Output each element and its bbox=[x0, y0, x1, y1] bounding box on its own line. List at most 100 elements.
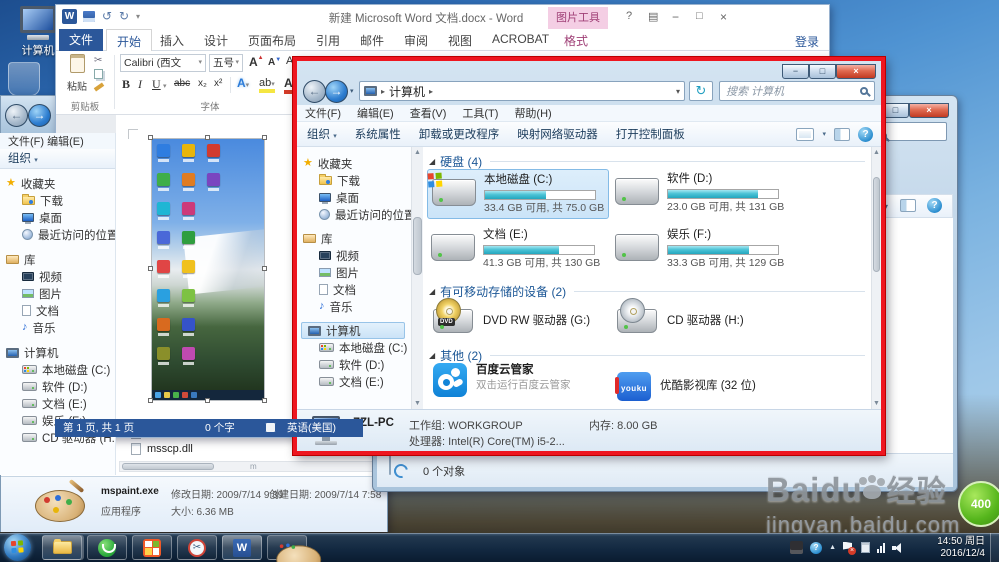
taskbar-browser-button[interactable] bbox=[87, 535, 127, 560]
scroll-up-icon[interactable]: ▲ bbox=[872, 147, 881, 158]
nav-desktop[interactable]: 桌面 bbox=[0, 209, 115, 226]
close-icon[interactable]: × bbox=[720, 10, 727, 24]
help-icon[interactable]: ? bbox=[927, 198, 942, 213]
taskbar-snipping-button[interactable]: ✂ bbox=[177, 535, 217, 560]
tab-format[interactable]: 格式 bbox=[554, 29, 598, 53]
breadcrumb[interactable]: 计算机 bbox=[389, 83, 425, 100]
qat-dropdown-icon[interactable]: ▾ bbox=[136, 12, 140, 21]
maximize-button[interactable]: □ bbox=[809, 64, 836, 79]
forward-button[interactable]: → bbox=[28, 104, 51, 127]
tab-mailings[interactable]: 邮件 bbox=[350, 29, 394, 53]
device-tile-cd[interactable]: CD 驱动器 (H:) bbox=[611, 301, 793, 341]
recycle-bin-desktop-icon[interactable] bbox=[8, 62, 40, 96]
font-name-combobox[interactable]: Calibri (西文 ▾ bbox=[120, 54, 206, 72]
change-view-icon[interactable] bbox=[796, 128, 814, 141]
tab-acrobat[interactable]: ACROBAT bbox=[482, 29, 559, 50]
scroll-down-icon[interactable]: ▼ bbox=[872, 398, 881, 409]
close-button[interactable]: × bbox=[909, 103, 949, 118]
history-dropdown-icon[interactable]: ▾ bbox=[350, 87, 354, 95]
volume-icon[interactable] bbox=[892, 543, 903, 553]
word-titlebar[interactable]: W ↺ ↻ ▾ 新建 Microsoft Word 文档.docx - Word… bbox=[56, 5, 829, 29]
section-header-other[interactable]: ◢其他 (2) bbox=[429, 347, 865, 364]
app-tile-youku[interactable]: youku 优酷影视库 (32 位) bbox=[611, 363, 801, 409]
organize-button[interactable]: 组织 ▾ bbox=[307, 126, 337, 142]
nav-libraries[interactable]: 库 bbox=[297, 230, 411, 247]
menu-edit[interactable]: 编辑(E) bbox=[357, 105, 394, 121]
proofing-icon[interactable] bbox=[265, 423, 276, 432]
scroll-up-icon[interactable]: ▲ bbox=[412, 147, 423, 158]
selection-handle[interactable] bbox=[148, 266, 153, 271]
nav-recent-places[interactable]: 最近访问的位置 bbox=[0, 226, 115, 243]
device-tile-dvd[interactable]: DVD DVD RW 驱动器 (G:) bbox=[427, 301, 609, 341]
nav-downloads[interactable]: 下载 bbox=[0, 192, 115, 209]
drive-tile-d[interactable]: 软件 (D:) 23.0 GB 可用, 共 131 GB bbox=[611, 169, 793, 219]
drive-tile-f[interactable]: 娱乐 (F:) 33.3 GB 可用, 共 129 GB bbox=[611, 225, 793, 275]
search-box[interactable] bbox=[883, 122, 947, 141]
nav-favorites[interactable]: ★收藏夹 bbox=[297, 155, 411, 172]
italic-button[interactable]: I bbox=[138, 77, 142, 92]
address-bar[interactable]: ▸ 计算机 ▸ ▾ bbox=[359, 81, 685, 101]
copy-icon[interactable] bbox=[94, 69, 103, 79]
titlebar[interactable]: −□× bbox=[297, 61, 881, 79]
section-header-harddisks[interactable]: ◢硬盘 (4) bbox=[429, 153, 865, 170]
tab-references[interactable]: 引用 bbox=[306, 29, 350, 53]
shrink-font-button[interactable]: A▼ bbox=[268, 57, 281, 68]
system-properties-button[interactable]: 系统属性 bbox=[355, 126, 401, 142]
tray-app-icon[interactable] bbox=[861, 542, 870, 553]
nav-documents[interactable]: 文档 bbox=[0, 302, 115, 319]
nav-computer-selected[interactable]: 计算机 bbox=[301, 322, 405, 339]
strikethrough-button[interactable]: abc bbox=[174, 78, 190, 89]
open-control-panel-button[interactable]: 打开控制面板 bbox=[616, 126, 685, 142]
tab-view[interactable]: 视图 bbox=[438, 29, 482, 53]
nav-libraries[interactable]: 库 bbox=[0, 251, 115, 268]
superscript-button[interactable]: x² bbox=[214, 78, 222, 89]
nav-drive-d[interactable]: 软件 (D:) bbox=[0, 378, 115, 395]
tab-insert[interactable]: 插入 bbox=[150, 29, 194, 53]
drive-tile-e[interactable]: 文档 (E:) 41.3 GB 可用, 共 130 GB bbox=[427, 225, 609, 275]
nav-desktop[interactable]: 桌面 bbox=[297, 189, 411, 206]
close-button[interactable]: × bbox=[836, 64, 876, 79]
tab-layout[interactable]: 页面布局 bbox=[238, 29, 306, 53]
selection-handle[interactable] bbox=[262, 135, 267, 140]
start-button[interactable] bbox=[4, 534, 31, 561]
chevron-down-icon[interactable]: ▾ bbox=[163, 82, 167, 90]
show-hidden-icons[interactable]: ▲ bbox=[829, 544, 836, 551]
maximize-button[interactable]: □ bbox=[882, 103, 909, 118]
font-size-combobox[interactable]: 五号▾ bbox=[209, 54, 243, 72]
language-indicator[interactable]: 英语(美国) bbox=[287, 419, 336, 437]
network-icon[interactable] bbox=[877, 542, 885, 553]
paste-button[interactable]: 粘贴 bbox=[64, 54, 90, 94]
selection-handle[interactable] bbox=[205, 398, 210, 403]
nav-drive-d[interactable]: 软件 (D:) bbox=[297, 356, 411, 373]
refresh-button[interactable]: ↻ bbox=[689, 81, 713, 101]
nav-drive-c[interactable]: 本地磁盘 (C:) bbox=[297, 339, 411, 356]
tab-review[interactable]: 审阅 bbox=[394, 29, 438, 53]
section-header-removable[interactable]: ◢有可移动存储的设备 (2) bbox=[429, 283, 865, 300]
scrollbar-thumb[interactable] bbox=[873, 177, 880, 272]
menu-bar[interactable]: 文件(F) 编辑(E) bbox=[0, 133, 115, 149]
clock[interactable]: 14:50 周日 2016/12/4 bbox=[937, 536, 985, 560]
minimize-icon[interactable]: − bbox=[672, 10, 679, 24]
maximize-icon[interactable]: □ bbox=[696, 10, 703, 22]
nav-favorites[interactable]: ★收藏夹 bbox=[0, 175, 115, 192]
page-indicator[interactable]: 第 1 页, 共 1 页 bbox=[63, 419, 134, 437]
grow-font-button[interactable]: A▲ bbox=[249, 55, 264, 69]
taskbar-notes-button[interactable] bbox=[132, 535, 172, 560]
taskbar-word-button[interactable]: W bbox=[222, 535, 262, 560]
underline-button[interactable]: U bbox=[152, 77, 161, 92]
selection-handle[interactable] bbox=[148, 135, 153, 140]
help-icon[interactable]: ? bbox=[626, 10, 632, 22]
tab-design[interactable]: 设计 bbox=[194, 29, 238, 53]
taskbar-paint-button[interactable] bbox=[267, 535, 307, 560]
scroll-down-icon[interactable]: ▼ bbox=[412, 398, 423, 409]
bold-button[interactable]: B bbox=[122, 77, 130, 92]
taskbar-explorer-button[interactable] bbox=[42, 535, 82, 560]
nav-music[interactable]: ♪音乐 bbox=[297, 298, 411, 315]
menu-view[interactable]: 查看(V) bbox=[410, 105, 447, 121]
nav-pictures[interactable]: 图片 bbox=[297, 264, 411, 281]
content-scrollbar[interactable]: ▲ ▼ bbox=[871, 147, 881, 409]
address-dropdown-icon[interactable]: ▾ bbox=[676, 87, 680, 96]
highlight-button[interactable]: ab▾ bbox=[259, 77, 275, 93]
nav-pictures[interactable]: 图片 bbox=[0, 285, 115, 302]
undo-icon[interactable]: ↺ bbox=[102, 9, 112, 23]
